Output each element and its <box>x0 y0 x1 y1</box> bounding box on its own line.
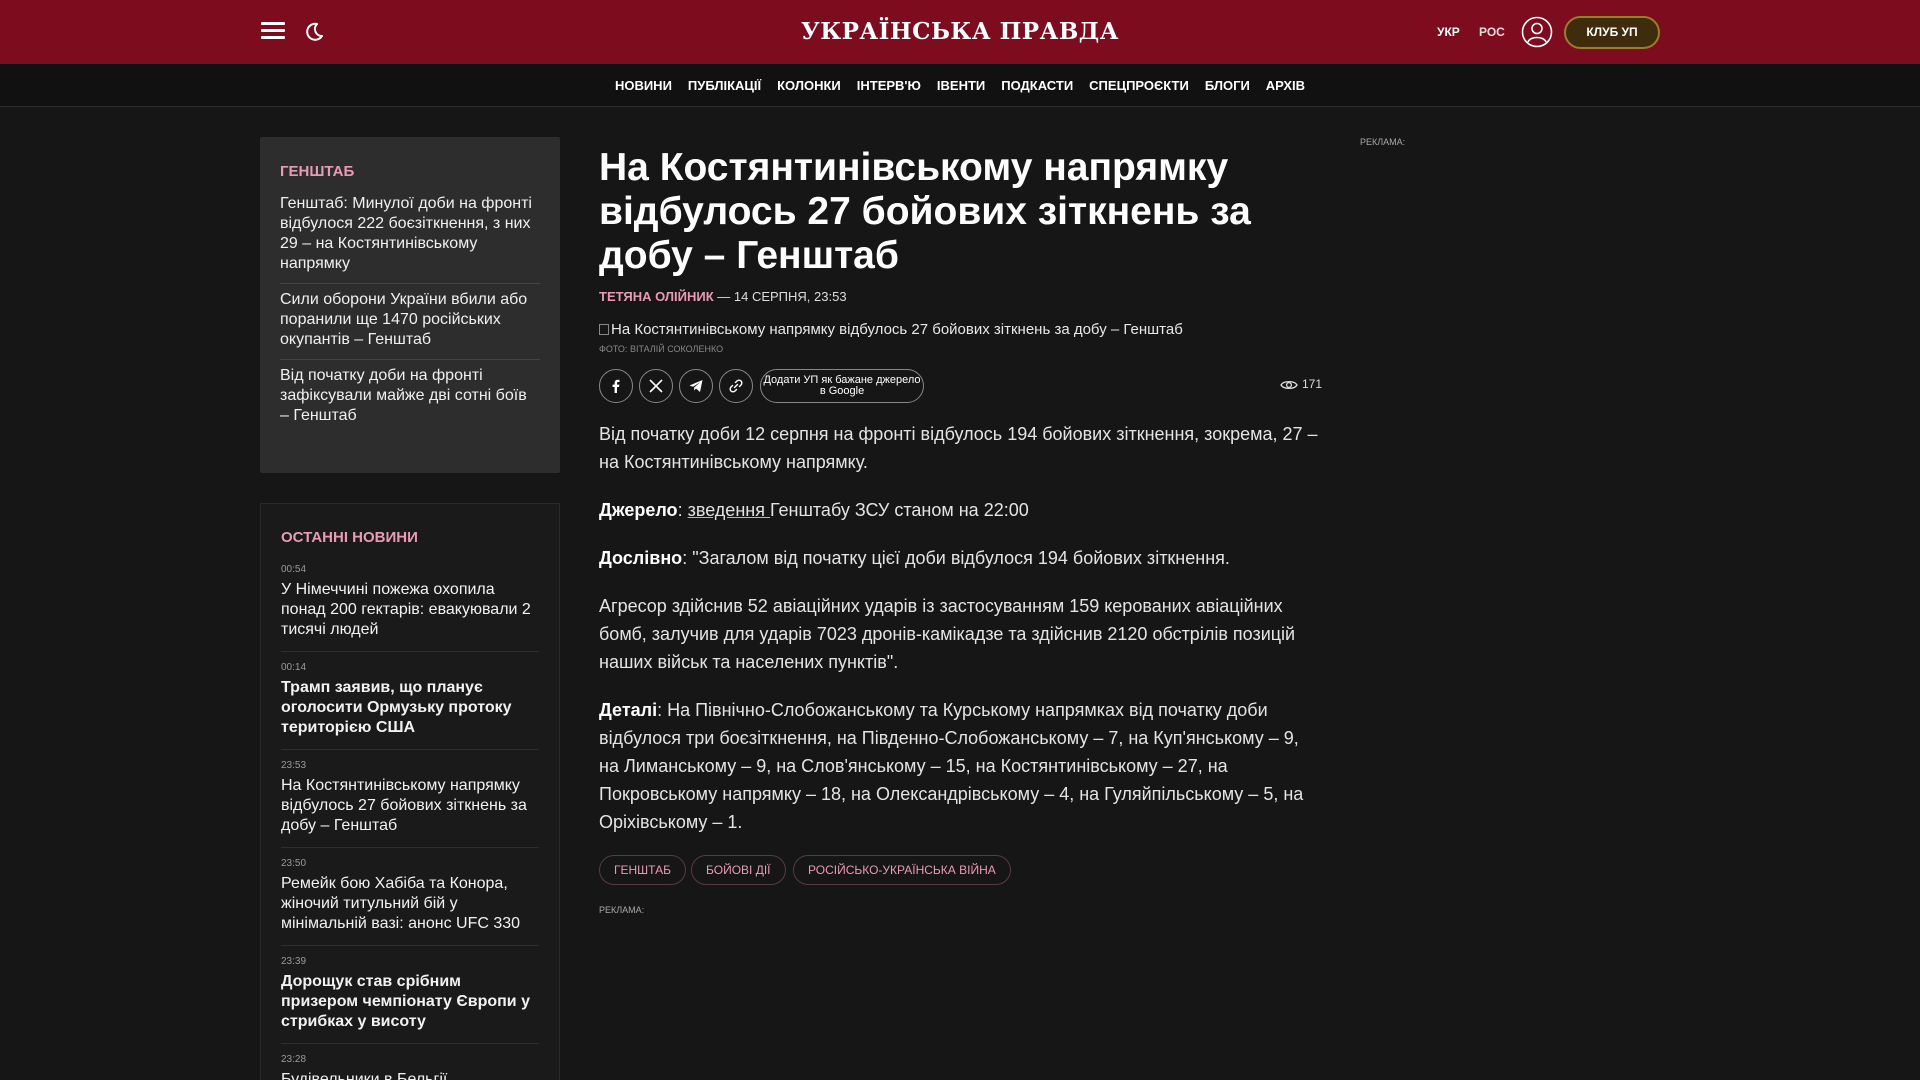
nav-item-1[interactable]: ПУБЛІКАЦІЇ <box>688 64 761 107</box>
photo-credit: Фото: Віталій Соколенко <box>599 344 724 354</box>
telegram-icon[interactable] <box>679 369 713 403</box>
related-item[interactable]: Генштаб: Минулої доби на фронті відбулос… <box>280 188 540 284</box>
menu-icon[interactable] <box>261 22 285 40</box>
facebook-icon[interactable] <box>599 369 633 403</box>
latest-news-box: ОСТАННІ НОВИНИ 00:54 У Німеччині пожежа о… <box>260 503 560 1080</box>
list-item[interactable]: 23:50 Ремейк бою Хабіба та Конора, жіночи… <box>281 848 539 946</box>
tag-war[interactable]: РОСІЙСЬКО-УКРАЇНСЬКА ВІЙНА <box>793 855 1011 885</box>
main-nav: НОВИНИ ПУБЛІКАЦІЇ КОЛОНКИ ІНТЕРВ'Ю ІВЕНТИ ПОД… <box>0 64 1920 107</box>
news-time: 23:28 <box>281 1054 307 1065</box>
paragraph-source: Джерело: зведення Генштабу ЗСУ станом на… <box>599 500 1029 520</box>
article-image: На Костянтинівському напрямку відбулось … <box>599 321 1183 338</box>
user-icon[interactable] <box>1521 16 1553 48</box>
image-alt-text: На Костянтинівському напрямку відбулось … <box>611 321 1183 338</box>
related-item[interactable]: Від початку доби на фронті зафіксували м… <box>280 360 540 435</box>
news-time: 00:54 <box>281 564 307 575</box>
nav-item-0[interactable]: НОВИНИ <box>615 64 672 107</box>
quote-label: Дослівно <box>599 548 683 568</box>
news-title[interactable]: Трамп заявив, що планує оголосити Ормузь… <box>281 678 539 738</box>
lang-ukr[interactable]: УКР <box>1437 25 1460 39</box>
news-title[interactable]: Ремейк бою Хабіба та Конора, жіночий тит… <box>281 874 539 934</box>
nav-item-7[interactable]: БЛОГИ <box>1205 64 1250 107</box>
nav-item-3[interactable]: ІНТЕРВ'Ю <box>857 64 921 107</box>
news-time: 23:50 <box>281 858 307 869</box>
list-item[interactable]: 00:14 Трамп заявив, що планує оголосити О… <box>281 652 539 750</box>
news-title[interactable]: На Костянтинівському напрямку відбулось … <box>281 776 539 836</box>
related-title[interactable]: ГЕНШТАБ <box>280 163 540 180</box>
byline: ТЕТЯНА ОЛІЙНИК — 14 СЕРПНЯ, 23:53 <box>599 289 847 304</box>
x-icon[interactable] <box>639 369 673 403</box>
related-box: ГЕНШТАБ Генштаб: Минулої доби на фронті … <box>260 137 560 473</box>
views-counter: 171 <box>1280 377 1322 391</box>
latest-title: ОСТАННІ НОВИНИ <box>281 529 418 546</box>
paragraph-details: Деталі: На Північно-Слобожанському та Ку… <box>599 700 1304 832</box>
lang-ros[interactable]: РОС <box>1479 25 1505 39</box>
paragraph-quote: Дослівно: "Загалом від початку цієї доби… <box>599 548 1230 568</box>
list-item[interactable]: 23:39 Дорощук став срібним призером чемпі… <box>281 946 539 1044</box>
moon-icon[interactable] <box>302 20 326 44</box>
paragraph-3: Агресор здійснив 52 авіаційних ударів із… <box>599 596 1296 672</box>
article-ad-label: РЕКЛАМА: <box>599 905 645 915</box>
source-label: Джерело <box>599 500 678 520</box>
tag-genshtab[interactable]: ГЕНШТАБ <box>599 855 686 885</box>
sidebar-ad-label: РЕКЛАМА: <box>1360 137 1406 147</box>
nav-item-6[interactable]: СПЕЦПРОЄКТИ <box>1089 64 1189 107</box>
news-title[interactable]: У Німеччині пожежа охопила понад 200 гек… <box>281 580 539 640</box>
views-count: 171 <box>1302 377 1323 391</box>
news-time: 23:53 <box>281 760 307 771</box>
author-link[interactable]: ТЕТЯНА ОЛІЙНИК <box>599 289 714 304</box>
source-link[interactable]: зведення <box>688 500 770 520</box>
related-item[interactable]: Сили оборони України вбили або поранили … <box>280 284 540 360</box>
details-label: Деталі <box>599 700 658 720</box>
paragraph-1: Від початку доби 12 серпня на фронті від… <box>599 424 1318 472</box>
list-item[interactable]: 23:53 На Костянтинівському напрямку відбу… <box>281 750 539 848</box>
list-item[interactable]: 00:54 У Німеччині пожежа охопила понад 20… <box>281 554 539 652</box>
list-item[interactable]: 23:28 Будівельники в Бельгії <box>281 1044 539 1080</box>
article-headline: На Костянтинівському напрямку відбулось … <box>599 146 1251 277</box>
broken-image-icon <box>599 324 609 335</box>
link-icon[interactable] <box>719 369 753 403</box>
nav-item-5[interactable]: ПОДКАСТИ <box>1001 64 1073 107</box>
news-title[interactable]: Будівельники в Бельгії <box>281 1070 539 1080</box>
nav-item-2[interactable]: КОЛОНКИ <box>777 64 841 107</box>
eye-icon <box>1280 380 1298 389</box>
google-source-button[interactable]: Додати УП як бажане джерело в Google <box>760 369 924 403</box>
news-time: 00:14 <box>281 662 307 673</box>
tag-combat[interactable]: БОЙОВІ ДІЇ <box>691 855 786 885</box>
news-title[interactable]: Дорощук став срібним призером чемпіонату… <box>281 972 539 1032</box>
club-button[interactable]: КЛУБ УП <box>1564 16 1660 49</box>
nav-item-4[interactable]: ІВЕНТИ <box>937 64 985 107</box>
top-header: УКРАЇНСЬКА ПРАВДА УКР РОС КЛУБ УП <box>0 0 1920 64</box>
site-logo[interactable]: УКРАЇНСЬКА ПРАВДА <box>760 15 1160 49</box>
news-time: 23:39 <box>281 956 307 967</box>
publish-date: — 14 СЕРПНЯ, 23:53 <box>713 289 847 304</box>
nav-item-8[interactable]: АРХІВ <box>1266 64 1305 107</box>
